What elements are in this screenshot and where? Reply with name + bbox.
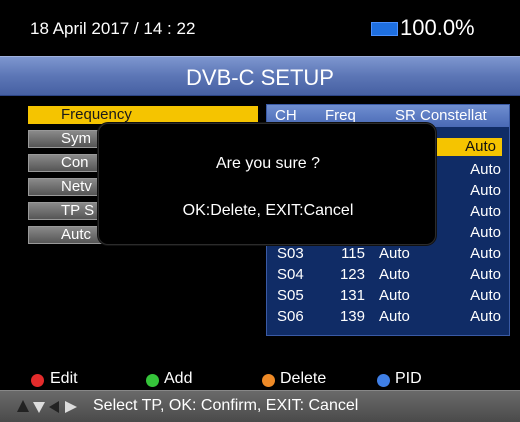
navigation-arrows-icon	[17, 400, 77, 413]
row-freq: 115	[341, 245, 365, 262]
green-key-icon	[146, 374, 159, 387]
legend-delete: Delete	[280, 370, 327, 387]
row-constellation: Auto	[470, 287, 501, 304]
row-constellation: Auto	[470, 161, 501, 178]
row-constellation: Auto	[470, 266, 501, 283]
row-constellation: Auto	[470, 308, 501, 325]
dvb-c-setup-screen: 18 April 2017 / 14 : 22 100.0% DVB-C SET…	[0, 0, 520, 422]
row-ch: S04	[277, 266, 304, 283]
confirm-dialog: Are you sure ? OK:Delete, EXIT:Cancel	[98, 123, 436, 245]
row-sr: Auto	[379, 245, 410, 262]
row-constellation: Auto	[470, 245, 501, 262]
status-bar: 18 April 2017 / 14 : 22 100.0%	[0, 0, 520, 56]
dialog-options: OK:Delete, EXIT:Cancel	[182, 202, 354, 219]
selected-constellation-cell[interactable]: Auto	[432, 138, 502, 156]
row-ch: S06	[277, 308, 304, 325]
table-row[interactable]: S06 139 Auto Auto	[267, 306, 509, 327]
blue-key-icon	[377, 374, 390, 387]
datetime: 18 April 2017 / 14 : 22	[30, 19, 196, 38]
red-key-icon	[31, 374, 44, 387]
row-freq: 123	[339, 266, 365, 283]
row-ch: S03	[277, 245, 304, 262]
page-title: DVB-C SETUP	[186, 65, 334, 90]
table-row[interactable]: S05 131 Auto Auto	[267, 285, 509, 306]
legend-add: Add	[164, 370, 193, 387]
hint-bar: Select TP, OK: Confirm, EXIT: Cancel	[0, 390, 520, 422]
row-sr: Auto	[379, 266, 410, 283]
table-row[interactable]: S03 115 Auto Auto	[267, 243, 509, 264]
legend-pid: PID	[395, 370, 422, 387]
hint-text: Select TP, OK: Confirm, EXIT: Cancel	[93, 397, 359, 414]
row-freq: 131	[339, 287, 365, 304]
title-bar: DVB-C SETUP	[0, 56, 520, 96]
legend-edit: Edit	[50, 370, 78, 387]
row-constellation: Auto	[470, 224, 501, 241]
row-sr: Auto	[379, 308, 410, 325]
row-freq: 139	[339, 308, 365, 325]
orange-key-icon	[262, 374, 275, 387]
battery-level: 100.0%	[400, 15, 475, 40]
row-ch: S05	[277, 287, 304, 304]
dialog-question: Are you sure ?	[215, 155, 321, 172]
table-row[interactable]: S04 123 Auto Auto	[267, 264, 509, 285]
battery-icon	[371, 22, 398, 36]
row-sr: Auto	[379, 287, 410, 304]
menu-item-frequency[interactable]: Frequency	[28, 106, 258, 124]
row-constellation: Auto	[470, 203, 501, 220]
row-constellation: Auto	[470, 182, 501, 199]
